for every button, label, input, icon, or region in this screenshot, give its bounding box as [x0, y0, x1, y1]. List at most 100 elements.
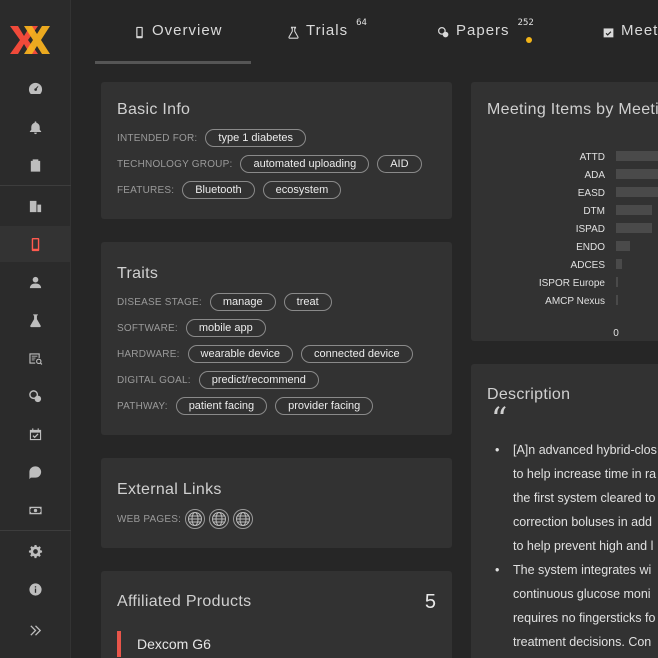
row-label: TECHNOLOGY GROUP:	[117, 158, 233, 170]
external-links-card: External Links WEB PAGES:	[101, 458, 452, 548]
chart-bar[interactable]	[616, 205, 652, 215]
tag-chip[interactable]: automated uploading	[240, 155, 370, 173]
tag-chip[interactable]: provider facing	[275, 397, 374, 415]
description-line: requires no fingersticks fo	[513, 611, 656, 625]
money-icon[interactable]	[0, 492, 71, 528]
tag-chip[interactable]: Bluetooth	[182, 181, 255, 199]
x-tick-label: 0	[613, 328, 619, 339]
row-label: WEB PAGES:	[117, 513, 182, 525]
tag-chip[interactable]: treat	[283, 293, 332, 311]
row-label: DISEASE STAGE:	[117, 296, 202, 308]
calendar-check-icon[interactable]	[0, 416, 71, 452]
chart-bar[interactable]	[616, 187, 658, 197]
tab-label: Meet	[621, 22, 658, 39]
tab-label: Papers	[456, 22, 510, 39]
info-row: FEATURES: Bluetooth ecosystem	[117, 181, 342, 199]
dashboard-icon[interactable]	[0, 70, 71, 106]
info-row: HARDWARE: wearable device connected devi…	[117, 345, 413, 363]
tag-chip[interactable]: manage	[209, 293, 276, 311]
category-label: ATTD	[580, 152, 605, 163]
tag-chip[interactable]: type 1 diabetes	[205, 129, 307, 147]
description-card: Description “ [A]n advanced hybrid-clos …	[471, 364, 658, 658]
flask-icon[interactable]	[0, 302, 71, 338]
chart-bar[interactable]	[616, 277, 618, 287]
category-label: ENDO	[576, 242, 605, 253]
tag-chip[interactable]: patient facing	[175, 397, 268, 415]
tag-chip[interactable]: wearable device	[187, 345, 294, 363]
tab-count: 252	[517, 18, 534, 28]
globe-icon[interactable]	[209, 509, 230, 529]
expand-sidebar-icon[interactable]	[0, 612, 71, 648]
description-line: continuous glucose moni	[513, 587, 651, 601]
app-root: { "tabs": [ {"label": "Overview", "count…	[0, 0, 658, 658]
basic-info-card: Basic Info INTENDED FOR: type 1 diabetes…	[101, 82, 452, 219]
description-list: [A]n advanced hybrid-clos to help increa…	[493, 438, 658, 654]
category-label: ADCES	[571, 260, 606, 271]
papers-icon[interactable]	[0, 378, 71, 414]
category-label: ADA	[584, 170, 605, 181]
calendar-check-icon	[603, 28, 614, 38]
row-label: PATHWAY:	[117, 400, 168, 412]
tab-meetings[interactable]: Meet	[602, 22, 658, 60]
card-title: Basic Info	[117, 101, 191, 118]
info-icon[interactable]	[0, 571, 71, 607]
category-label: ISPAD	[576, 224, 605, 235]
category-label: AMCP Nexus	[545, 296, 605, 307]
description-line: The system integrates wi	[513, 563, 652, 577]
chart-bar[interactable]	[616, 151, 658, 161]
bar-chart: ATTD ADA EASD DTM ISPAD ENDO ADCES ISPOR Europe…	[539, 151, 658, 339]
chart-bar[interactable]	[616, 223, 652, 233]
row-label: SOFTWARE:	[117, 322, 178, 334]
globe-icon[interactable]	[185, 509, 206, 529]
category-label: EASD	[578, 188, 605, 199]
traits-card: Traits DISEASE STAGE: manage treat SOFTW…	[101, 242, 452, 435]
clipboard-icon[interactable]	[0, 147, 71, 183]
tab-overview[interactable]: Overview	[133, 22, 223, 60]
quote-icon: “	[491, 400, 508, 438]
tag-chip[interactable]: connected device	[301, 345, 413, 363]
notification-dot	[526, 37, 532, 43]
gear-icon[interactable]	[0, 533, 71, 569]
flask-icon	[288, 26, 299, 39]
affiliated-products-card: Affiliated Products 5 Dexcom G6	[101, 571, 452, 658]
chart-bar[interactable]	[616, 295, 618, 305]
building-icon[interactable]	[0, 188, 71, 224]
tab-papers[interactable]: Papers 252	[437, 18, 534, 60]
product-count: 5	[424, 591, 436, 613]
tag-chip[interactable]: ecosystem	[262, 181, 342, 199]
chart-bar[interactable]	[616, 241, 630, 251]
description-line: to help increase time in ra	[513, 467, 657, 481]
globe-icon[interactable]	[233, 509, 254, 529]
info-row: DIGITAL GOAL: predict/recommend	[117, 371, 319, 389]
tag-chip[interactable]: AID	[377, 155, 422, 173]
card-title: External Links	[117, 481, 222, 498]
row-label: INTENDED FOR:	[117, 132, 198, 144]
news-search-icon[interactable]	[0, 340, 71, 376]
tag-chip[interactable]: predict/recommend	[198, 371, 319, 389]
chart-bar[interactable]	[616, 169, 658, 179]
tag-chip[interactable]: mobile app	[185, 319, 266, 337]
sidebar-divider	[0, 530, 71, 531]
description-line: to help prevent high and l	[513, 539, 654, 553]
category-label: DTM	[583, 206, 605, 217]
person-icon[interactable]	[0, 264, 71, 300]
sidebar-divider	[0, 185, 71, 186]
tab-label: Overview	[152, 22, 223, 39]
row-label: HARDWARE:	[117, 348, 180, 360]
product-item[interactable]: Dexcom G6	[117, 631, 211, 657]
list-item: The system integrates wi continuous gluc…	[493, 558, 658, 654]
bell-icon[interactable]	[0, 109, 71, 145]
tab-trials[interactable]: Trials 64	[287, 18, 367, 60]
chart-bar[interactable]	[616, 259, 622, 269]
app-logo[interactable]	[8, 24, 52, 56]
card-title: Traits	[117, 265, 159, 282]
alert-icon[interactable]	[0, 454, 71, 490]
info-row: PATHWAY: patient facing provider facing	[117, 397, 374, 415]
meeting-chart-card: Meeting Items by Meeti ATTD ADA EASD DTM ISP…	[471, 82, 658, 341]
info-row: SOFTWARE: mobile app	[117, 319, 266, 337]
info-row: DISEASE STAGE: manage treat	[117, 293, 332, 311]
device-icon[interactable]	[0, 226, 71, 262]
description-line: treatment decisions. Con	[513, 635, 652, 649]
papers-icon	[438, 27, 449, 38]
description-line: correction boluses in add	[513, 515, 652, 529]
